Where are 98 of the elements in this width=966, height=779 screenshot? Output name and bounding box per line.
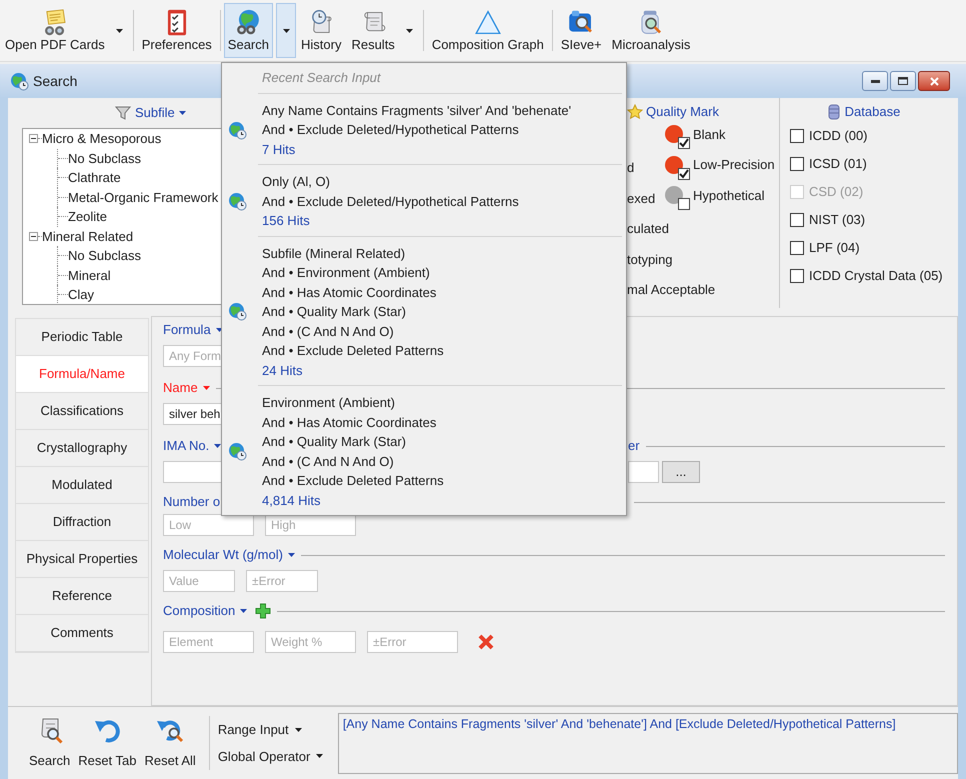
field-menu[interactable]: Composition [163, 601, 248, 621]
option-label: mal Acceptable [627, 282, 716, 297]
browse-button[interactable]: ... [662, 461, 700, 483]
checkbox[interactable] [790, 269, 804, 283]
action-button[interactable]: Reset Tab [75, 715, 140, 771]
checkbox-label: ICDD Crystal Data (05) [809, 267, 943, 286]
caret-icon [116, 29, 124, 33]
checkbox[interactable] [678, 137, 690, 150]
option-label: exed [627, 190, 656, 206]
close-button[interactable] [918, 71, 950, 91]
option-label: totyping [627, 252, 673, 266]
input-field[interactable]: ±Error [367, 631, 458, 653]
checkbox-label: CSD (02) [809, 183, 864, 202]
caret-icon [214, 444, 222, 448]
globe-icon [10, 72, 29, 90]
database-icon [828, 104, 840, 120]
dropdown-menu[interactable]: Global Operator [218, 746, 338, 766]
checkbox-label: LPF (04) [809, 239, 860, 258]
checkbox[interactable] [790, 129, 804, 143]
maximize-icon [898, 77, 908, 85]
collapse-icon[interactable] [29, 134, 38, 144]
funnel-icon [115, 105, 131, 121]
option-label: Hypothetical [693, 186, 765, 205]
input-field[interactable]: Low [163, 514, 254, 536]
input-field[interactable]: High [265, 514, 356, 536]
input-field[interactable]: Value [163, 570, 235, 592]
section-title: Database [844, 103, 900, 122]
caret-icon [178, 111, 186, 115]
add-icon[interactable] [255, 603, 272, 619]
checkbox-label: ICSD (01) [809, 155, 867, 174]
option-label: d [627, 160, 634, 175]
tree-item[interactable]: Mineral Related [42, 226, 134, 246]
globe-icon [228, 120, 247, 140]
caret-icon [240, 609, 248, 613]
subfile-menu[interactable]: Subfile [115, 103, 186, 123]
input-field[interactable]: Weight % [265, 631, 356, 653]
input-field[interactable] [628, 461, 659, 483]
checkbox[interactable] [790, 157, 804, 171]
caret-icon [294, 728, 302, 732]
checkbox-label: ICDD (00) [809, 127, 868, 146]
toolbar-button[interactable]: History [296, 3, 346, 58]
checkbox[interactable] [678, 198, 690, 210]
tree-item[interactable]: Micro & Mesoporous [42, 129, 162, 148]
caret-icon [202, 386, 210, 390]
checkmark-icon [679, 138, 689, 148]
tree-item[interactable]: Zeolite [68, 207, 108, 226]
tree-item[interactable]: Mineral [68, 266, 111, 285]
toolbar-button[interactable]: Open PDF Cards [0, 3, 110, 58]
checkbox-label: NIST (03) [809, 211, 866, 230]
query-text: [Any Name Contains Fragments 'silver' And 'behenate'] And [Exclude Deleted/Hypothetical Patterns] [338, 712, 958, 774]
action-button[interactable]: Reset All [142, 715, 199, 771]
toolbar-button[interactable]: Preferences [136, 3, 217, 58]
input-field[interactable]: Element [163, 631, 254, 653]
checkmark-icon [679, 168, 689, 179]
option-label: Blank [693, 126, 726, 144]
checkbox[interactable] [678, 168, 690, 180]
section-title: Quality Mark [646, 103, 719, 122]
toolbar-button[interactable]: Microanalysis [606, 3, 696, 58]
tree-item[interactable]: Metal-Organic Framework [68, 188, 218, 207]
close-icon [930, 76, 938, 86]
caret-icon [282, 28, 290, 32]
caret-icon [288, 553, 295, 557]
input-field[interactable]: ±Error [246, 570, 318, 592]
minimize-button[interactable] [862, 71, 888, 91]
field-menu[interactable]: Molecular Wt (g/mol) [163, 545, 295, 565]
tree-item[interactable]: Clay [68, 285, 94, 304]
delete-icon[interactable] [478, 634, 494, 650]
tree-item[interactable]: Clathrate [68, 168, 121, 188]
option-label: Low-Precision [693, 156, 775, 174]
caret-icon [406, 29, 414, 33]
dropdown-menu[interactable]: Range Input [218, 720, 338, 740]
tree-item[interactable]: No Subclass [68, 148, 141, 168]
field-label: er [628, 437, 640, 456]
menu-title: Recent Search Input [262, 69, 381, 88]
checkbox[interactable] [790, 213, 804, 227]
toolbar-button[interactable]: Composition Graph [426, 3, 549, 58]
field-menu[interactable]: IMA No. [163, 436, 222, 456]
action-button[interactable]: Search [26, 715, 74, 771]
option-label: culated [627, 221, 669, 236]
globe-icon [228, 442, 247, 461]
star-icon [627, 104, 643, 120]
maximize-button[interactable] [890, 71, 916, 91]
menu-item[interactable]: Only (Al, O) And • Exclude Deleted/Hypothetical Patterns 156 Hits [222, 165, 626, 236]
input-field[interactable] [163, 461, 222, 483]
globe-icon [228, 302, 247, 322]
checkbox[interactable] [790, 241, 804, 255]
toolbar-button[interactable]: Results [346, 3, 400, 58]
window-title: Search [33, 72, 78, 90]
globe-icon [228, 192, 247, 212]
collapse-icon[interactable] [29, 232, 38, 241]
field-label: Number o [163, 493, 220, 512]
tab[interactable]: Formula/Name [16, 356, 148, 393]
minimize-icon [870, 80, 880, 82]
menu-item[interactable]: Any Name Contains Fragments 'silver' And 'behenate' And • Exclude Deleted/Hypothetical Patterns 7 Hits [222, 94, 626, 164]
toolbar-button[interactable]: Search [224, 3, 273, 58]
toolbar-button[interactable]: SIeve+ [556, 3, 607, 58]
caret-icon [316, 754, 324, 758]
tree-item[interactable]: No Subclass [68, 246, 141, 266]
